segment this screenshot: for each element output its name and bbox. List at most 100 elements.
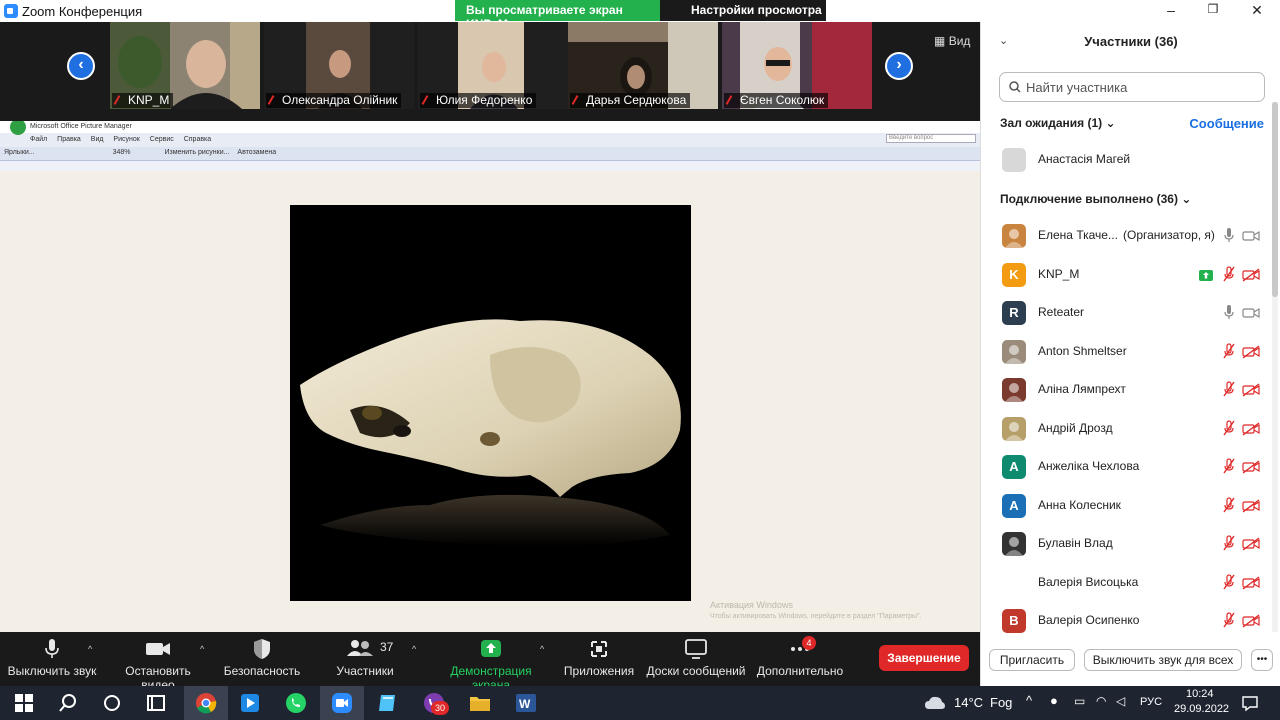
language-indicator[interactable]: РУС [1140,696,1162,708]
share-screen-button[interactable]: Демонстрация экрана ^ [432,638,550,692]
camera-off-icon[interactable] [1242,344,1260,364]
video-tile[interactable]: Юлия Федоренко [418,22,568,109]
cortana-icon[interactable] [100,691,124,715]
skull-image [290,205,691,601]
whiteboards-button[interactable]: Доски сообщений [646,638,746,678]
tile-name: Дарья Сердюкова [570,93,691,108]
chrome-icon[interactable] [194,691,218,715]
microphone-icon[interactable]: ● [1050,693,1058,708]
microphone-muted-icon[interactable] [1223,458,1235,479]
panel-scrollbar-thumb[interactable] [1272,102,1278,297]
whatsapp-icon[interactable] [284,691,308,715]
microphone-muted-icon[interactable] [1223,419,1235,441]
participant-name: Валерія Осипенко [1038,613,1140,627]
chevron-up-icon[interactable]: ^ [412,644,416,654]
clock-time[interactable]: 10:24 [1186,688,1214,700]
microphone-muted-icon[interactable] [1223,535,1235,556]
microphone-icon[interactable] [1224,304,1234,325]
participant-row[interactable]: Anton Shmeltser [981,333,1273,371]
participant-name: Валерія Висоцька [1038,574,1139,589]
zoom-app-icon[interactable] [330,691,354,715]
microphone-muted-icon[interactable] [1223,573,1235,595]
message-waiting-button[interactable]: Сообщение [1189,116,1264,131]
participant-row[interactable]: Елена Ткаче... (Организатор, я) [981,217,1273,255]
clock-date[interactable]: 29.09.2022 [1174,703,1229,715]
video-tile[interactable]: Дарья Сердюкова [568,22,718,109]
participant-row[interactable]: Аліна Лямпрехт [981,371,1273,409]
gallery-next-button[interactable]: › [885,52,913,80]
mute-all-button[interactable]: Выключить звук для всех [1084,649,1242,671]
shared-ask-box: Введите вопрос [886,134,976,143]
security-button[interactable]: Безопасность [222,638,302,678]
camera-icon[interactable] [1242,229,1260,248]
video-tile[interactable]: Олександра Олійник [264,22,414,109]
more-dots-icon[interactable]: ••• [1251,649,1273,671]
more-button[interactable]: 4 Дополнительно [756,636,844,678]
waiting-participant-row[interactable]: Анастасія Магей [981,141,1273,179]
microphone-muted-icon[interactable] [1223,612,1235,633]
apps-button[interactable]: Приложения [562,638,636,678]
camera-off-icon[interactable] [1242,421,1260,441]
camera-icon[interactable] [1242,306,1260,325]
view-settings-button[interactable]: Настройки просмотра ⌄ [660,0,826,31]
participant-row[interactable]: Андрій Дрозд [981,410,1273,448]
mute-button[interactable]: Выключить звук ^ [6,638,98,678]
battery-icon[interactable]: ▭ [1074,694,1085,708]
waiting-room-section[interactable]: Зал ожидания (1) ⌄ [1000,116,1116,130]
avatar [1002,532,1026,556]
microphone-muted-icon[interactable] [1223,496,1235,518]
minimize-icon[interactable]: – [1161,2,1181,18]
participant-row[interactable]: K KNP_M [981,256,1273,294]
chevron-up-icon[interactable]: ^ [200,644,204,654]
media-player-icon[interactable] [238,691,262,715]
weather-temp[interactable]: 14°C [954,695,983,710]
close-icon[interactable]: ✕ [1247,2,1267,19]
camera-off-icon[interactable] [1242,267,1260,287]
maximize-icon[interactable]: ❐ [1203,2,1223,16]
participant-row[interactable]: А Анжеліка Чехлова [981,448,1273,486]
notes-app-icon[interactable] [376,691,400,715]
video-tile[interactable]: Євген Соколюк [722,22,872,109]
participant-row[interactable]: Булавін Влад [981,525,1273,563]
meeting-controls: Выключить звук ^ Остановить видео ^ Безо… [0,632,980,692]
participant-name: Анжеліка Чехлова [1038,459,1140,473]
microphone-icon[interactable] [1224,227,1234,248]
microphone-muted-icon[interactable] [1223,265,1235,287]
camera-off-icon[interactable] [1242,460,1260,479]
stop-video-button[interactable]: Остановить видео ^ [108,638,208,692]
windows-start-icon[interactable] [12,691,36,715]
microphone-muted-icon[interactable] [1223,381,1235,402]
camera-off-icon[interactable] [1242,575,1260,595]
gallery-prev-button[interactable]: ‹ [67,52,95,80]
camera-off-icon[interactable] [1242,614,1260,633]
chevron-up-icon[interactable]: ^ [88,644,92,654]
participant-row[interactable]: А Анна Колесник [981,487,1273,525]
participant-row[interactable]: R Reteater [981,294,1273,332]
search-icon[interactable] [56,691,80,715]
volume-icon[interactable]: ◁ [1116,694,1125,708]
joined-section[interactable]: Подключение выполнено (36) ⌄ [1000,192,1191,206]
weather-desc[interactable]: Fog [990,695,1012,710]
word-icon[interactable]: W [514,691,538,715]
title-bar: Zoom Конференция Вы просматриваете экран… [0,0,1280,31]
end-meeting-button[interactable]: Завершение [879,645,969,671]
camera-off-icon[interactable] [1242,498,1260,518]
participant-row[interactable]: Валерія Висоцька [981,564,1273,602]
participant-role: (Организатор, я) [1123,228,1215,242]
chevron-up-icon[interactable]: ^ [540,644,544,654]
view-mode-button[interactable]: ▦ Вид [934,34,970,48]
apps-icon [591,641,607,657]
chevron-up-icon[interactable]: ^ [1026,693,1032,708]
video-tile[interactable]: KNP_M [110,22,260,109]
file-explorer-icon[interactable] [468,691,492,715]
wifi-icon[interactable]: ◠ [1096,694,1106,708]
notification-icon[interactable] [1241,694,1259,712]
camera-off-icon[interactable] [1242,383,1260,402]
participants-button[interactable]: 37 Участники ^ [330,638,416,678]
camera-off-icon[interactable] [1242,537,1260,556]
participant-search-input[interactable]: Найти участника [999,72,1265,102]
invite-button[interactable]: Пригласить [989,649,1075,671]
task-view-icon[interactable] [144,691,168,715]
participant-row[interactable]: В Валерія Осипенко [981,602,1273,640]
microphone-muted-icon[interactable] [1223,342,1235,364]
